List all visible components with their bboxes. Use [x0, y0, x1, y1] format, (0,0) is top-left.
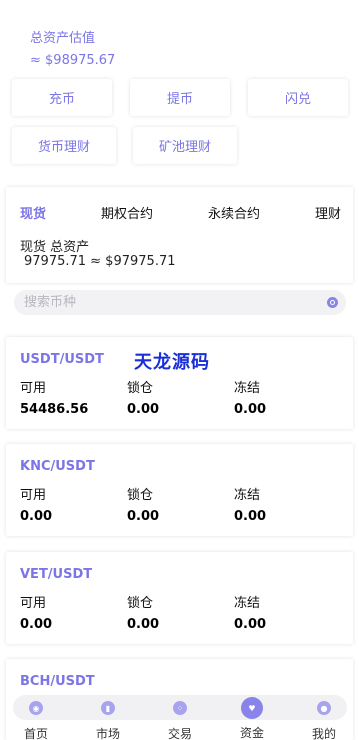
available-label: 可用 [20, 488, 47, 503]
nav-item-funds[interactable]: ♥ 资金 [227, 695, 277, 740]
nav-label: 交易 [167, 727, 192, 740]
tab-finance[interactable]: 理财 [315, 203, 341, 222]
bottom-nav: ◉ 首页 ▮ 市场 ⁘ 交易 ♥ 资金 ● 我的 [13, 695, 347, 740]
frozen-value: 0.00 [234, 402, 267, 417]
trade-icon: ⁘ [173, 701, 187, 715]
asset-pair: BCH/USDT [20, 674, 95, 689]
tab-perpetual[interactable]: 永续合约 [208, 203, 260, 222]
available-value: 54486.56 [20, 402, 89, 417]
market-icon: ▮ [101, 701, 115, 715]
spot-assets-label: 现货 总资产 [20, 240, 90, 255]
asset-pair: USDT/USDT [20, 352, 104, 367]
frozen-label: 冻结 [234, 381, 261, 396]
available-label: 可用 [20, 596, 47, 611]
tab-spot[interactable]: 现货 [20, 203, 46, 222]
asset-card[interactable]: VET/USDT 可用 0.00 锁仓 0.00 冻结 0.00 [6, 552, 353, 644]
account-tabs: 现货 期权合约 永续合约 理财 [20, 203, 341, 222]
total-assets-value: ≈ $98975.67 [30, 53, 116, 68]
currency-finance-button[interactable]: 货币理财 [12, 127, 116, 164]
nav-label: 资金 [239, 726, 264, 740]
total-assets-label: 总资产估值 [30, 31, 96, 46]
asset-card[interactable]: KNC/USDT 可用 0.00 锁仓 0.00 冻结 0.00 [6, 444, 353, 536]
frozen-label: 冻结 [234, 596, 261, 611]
nav-item-home[interactable]: ◉ 首页 [11, 695, 61, 740]
mining-pool-finance-button[interactable]: 矿池理财 [133, 127, 237, 164]
available-value: 0.00 [20, 617, 53, 632]
withdraw-button[interactable]: 提币 [130, 79, 230, 116]
nav-item-trade[interactable]: ⁘ 交易 [155, 695, 205, 740]
total-assets: 总资产估值 ≈ $98975.67 [30, 27, 115, 68]
locked-label: 锁仓 [127, 381, 154, 396]
nav-item-profile[interactable]: ● 我的 [299, 695, 349, 740]
deposit-button[interactable]: 充币 [12, 79, 112, 116]
locked-label: 锁仓 [127, 596, 154, 611]
frozen-label: 冻结 [234, 488, 261, 503]
spot-assets-value: 97975.71 ≈ $97975.71 [24, 254, 176, 269]
locked-value: 0.00 [127, 617, 160, 632]
locked-value: 0.00 [127, 509, 160, 524]
asset-pair: VET/USDT [20, 567, 93, 582]
locked-value: 0.00 [127, 402, 160, 417]
nav-label: 市场 [95, 727, 120, 740]
locked-label: 锁仓 [127, 488, 154, 503]
nav-label: 我的 [311, 727, 336, 740]
funds-icon: ♥ [241, 697, 263, 719]
frozen-value: 0.00 [234, 617, 267, 632]
search-bar [14, 290, 346, 315]
nav-label: 首页 [23, 727, 48, 740]
profile-icon: ● [317, 701, 331, 715]
available-value: 0.00 [20, 509, 53, 524]
search-icon[interactable] [327, 297, 338, 308]
tab-options[interactable]: 期权合约 [101, 203, 153, 222]
asset-pair: KNC/USDT [20, 459, 95, 474]
nav-item-market[interactable]: ▮ 市场 [83, 695, 133, 740]
search-input[interactable] [14, 290, 304, 315]
watermark: 天龙源码 [134, 352, 210, 373]
available-label: 可用 [20, 381, 47, 396]
flash-swap-button[interactable]: 闪兑 [248, 79, 348, 116]
home-icon: ◉ [29, 701, 43, 715]
frozen-value: 0.00 [234, 509, 267, 524]
account-card: 现货 期权合约 永续合约 理财 现货 总资产 97975.71 ≈ $97975… [6, 187, 353, 283]
